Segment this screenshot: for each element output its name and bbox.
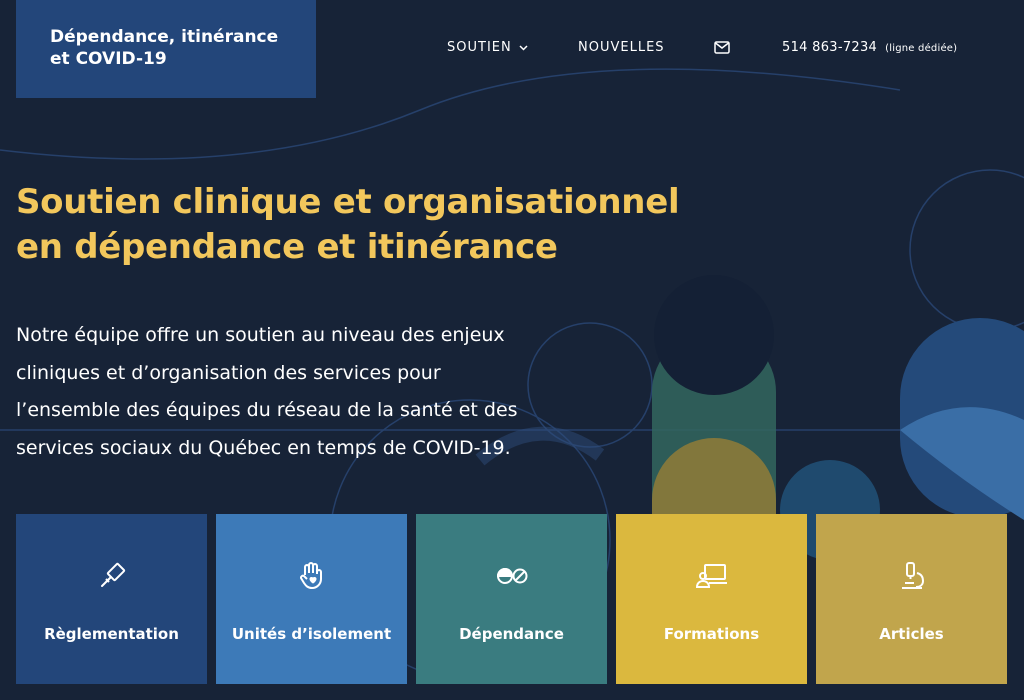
phone-note: (ligne dédiée) bbox=[885, 43, 958, 54]
site-logo[interactable]: Dépendance, itinérance et COVID-19 bbox=[16, 0, 316, 98]
category-tiles: Règlementation Unités d’isolement Dépend… bbox=[16, 514, 1007, 684]
intro-line-1: Notre équipe offre un soutien au niveau … bbox=[16, 324, 505, 346]
phone-number: 514 863-7234 bbox=[782, 40, 878, 55]
headline-line-1: Soutien clinique et organisationnel bbox=[16, 182, 680, 222]
pills-icon bbox=[496, 561, 528, 591]
intro-line-4: services sociaux du Québec en temps de C… bbox=[16, 436, 511, 459]
tile-unites-isolement[interactable]: Unités d’isolement bbox=[216, 514, 407, 684]
nav-soutien-label: SOUTIEN bbox=[447, 40, 512, 55]
tile-articles[interactable]: Articles bbox=[816, 514, 1007, 684]
nav-soutien[interactable]: SOUTIEN bbox=[447, 40, 528, 55]
chevron-down-icon bbox=[519, 44, 528, 51]
hero-headline: Soutien clinique et organisationnel en d… bbox=[16, 180, 680, 270]
logo-line-2: et COVID-19 bbox=[50, 49, 167, 69]
tile-reglementation[interactable]: Règlementation bbox=[16, 514, 207, 684]
hand-heart-icon bbox=[297, 561, 327, 591]
hero-intro: Notre équipe offre un soutien au niveau … bbox=[16, 317, 616, 467]
tile-label: Règlementation bbox=[44, 625, 179, 643]
tile-label: Formations bbox=[663, 625, 760, 643]
intro-line-2: cliniques et d’organisation des services… bbox=[16, 361, 441, 384]
envelope-icon[interactable] bbox=[714, 41, 730, 58]
tile-formations[interactable]: Formations bbox=[616, 514, 807, 684]
microscope-icon bbox=[898, 561, 926, 591]
tile-label: Unités d’isolement bbox=[231, 625, 392, 643]
tile-dependance[interactable]: Dépendance bbox=[416, 514, 607, 684]
tile-label: Articles bbox=[879, 625, 944, 643]
nav-phone[interactable]: 514 863-7234 (ligne dédiée) bbox=[782, 40, 957, 55]
gavel-icon bbox=[97, 561, 127, 591]
nav-nouvelles[interactable]: NOUVELLES bbox=[578, 40, 665, 55]
intro-line-3: l’ensemble des équipes du réseau de la s… bbox=[16, 399, 518, 421]
headline-line-2: en dépendance et itinérance bbox=[16, 227, 558, 267]
laptop-user-icon bbox=[695, 561, 729, 591]
logo-line-1: Dépendance, itinérance bbox=[50, 27, 279, 47]
tile-label: Dépendance bbox=[459, 625, 564, 643]
